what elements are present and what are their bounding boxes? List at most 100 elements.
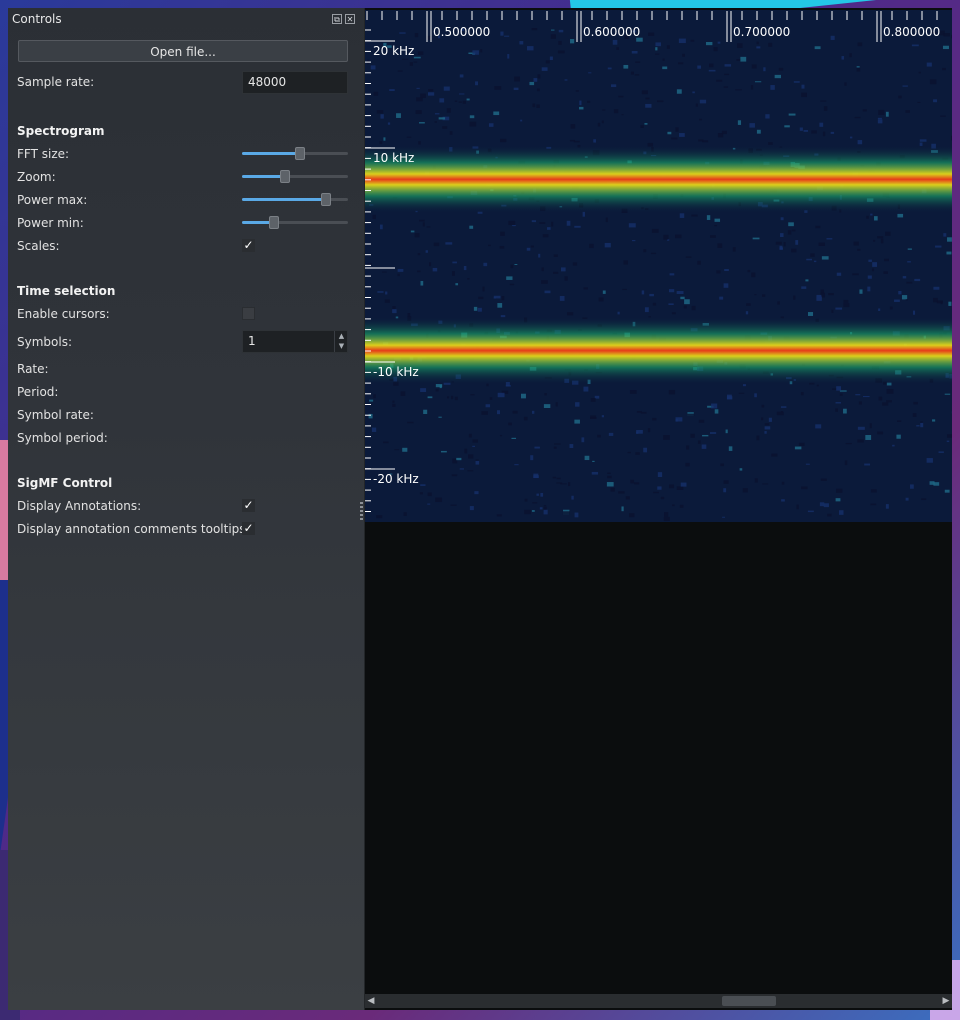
noise-speck bbox=[406, 136, 412, 138]
noise-speck bbox=[929, 481, 935, 485]
noise-speck bbox=[512, 224, 516, 227]
noise-speck bbox=[805, 463, 810, 465]
noise-speck bbox=[728, 446, 733, 451]
fft-size-slider[interactable] bbox=[242, 147, 348, 161]
noise-speck bbox=[905, 497, 909, 501]
noise-speck bbox=[907, 248, 912, 250]
noise-speck bbox=[685, 462, 690, 467]
display-annotations-checkbox[interactable]: ✓ bbox=[242, 499, 255, 512]
scroll-left-icon[interactable]: ◀ bbox=[365, 994, 377, 1008]
noise-speck bbox=[472, 50, 479, 55]
noise-speck bbox=[434, 113, 440, 115]
noise-speck bbox=[668, 289, 675, 293]
noise-speck bbox=[857, 42, 863, 47]
display-tooltips-checkbox[interactable]: ✓ bbox=[242, 522, 255, 535]
noise-speck bbox=[820, 100, 827, 102]
noise-speck bbox=[940, 115, 946, 117]
noise-speck bbox=[801, 84, 805, 89]
noise-speck bbox=[679, 504, 684, 508]
noise-speck bbox=[634, 482, 640, 485]
spectrogram-view[interactable]: 0.500000 0.600000 0.700000 0.800000 20 kHz 10… bbox=[365, 8, 952, 994]
noise-speck bbox=[739, 468, 743, 471]
noise-speck bbox=[469, 121, 477, 127]
symbols-spin-buttons[interactable]: ▲ ▼ bbox=[334, 331, 348, 352]
noise-speck bbox=[735, 89, 742, 91]
close-icon[interactable]: ✕ bbox=[345, 14, 355, 24]
noise-speck bbox=[691, 214, 698, 217]
sample-rate-input[interactable]: 48000 bbox=[242, 71, 348, 94]
noise-speck bbox=[951, 135, 952, 141]
float-icon[interactable]: ⧉ bbox=[332, 14, 342, 24]
noise-speck bbox=[597, 434, 601, 438]
noise-speck bbox=[800, 391, 804, 396]
open-file-button[interactable]: Open file... bbox=[18, 40, 348, 62]
noise-speck bbox=[857, 248, 861, 251]
noise-speck bbox=[371, 427, 377, 432]
noise-speck bbox=[499, 245, 505, 249]
noise-speck bbox=[711, 403, 718, 409]
noise-speck bbox=[677, 62, 684, 65]
noise-speck bbox=[771, 453, 778, 457]
slider-handle[interactable] bbox=[320, 193, 331, 206]
scrollbar-thumb[interactable] bbox=[722, 996, 777, 1006]
noise-speck bbox=[819, 502, 825, 507]
noise-speck bbox=[611, 84, 617, 88]
noise-speck bbox=[867, 275, 872, 279]
enable-cursors-label: Enable cursors: bbox=[17, 307, 110, 321]
scroll-right-icon[interactable]: ▶ bbox=[940, 994, 952, 1008]
zoom-label: Zoom: bbox=[17, 170, 56, 184]
symbols-spinbox[interactable]: 1 bbox=[242, 330, 348, 353]
noise-speck bbox=[651, 228, 659, 233]
noise-speck bbox=[713, 47, 718, 52]
noise-speck bbox=[662, 66, 668, 70]
power-min-slider[interactable] bbox=[242, 216, 348, 230]
scales-checkbox[interactable]: ✓ bbox=[242, 239, 255, 252]
noise-speck bbox=[635, 61, 641, 63]
noise-speck bbox=[605, 217, 608, 223]
slider-handle[interactable] bbox=[295, 147, 306, 160]
noise-speck bbox=[691, 305, 696, 311]
noise-speck bbox=[392, 309, 397, 314]
noise-speck bbox=[894, 299, 900, 302]
noise-speck bbox=[553, 254, 558, 257]
noise-speck bbox=[738, 392, 745, 394]
noise-speck bbox=[849, 53, 852, 58]
noise-speck bbox=[932, 419, 936, 422]
slider-handle[interactable] bbox=[280, 170, 291, 183]
noise-speck bbox=[868, 259, 872, 262]
noise-speck bbox=[685, 256, 692, 258]
noise-speck bbox=[368, 413, 373, 419]
noise-speck bbox=[383, 441, 389, 444]
noise-speck bbox=[507, 54, 510, 59]
noise-speck bbox=[716, 79, 723, 82]
noise-speck bbox=[831, 309, 834, 313]
noise-speck bbox=[593, 139, 596, 143]
noise-speck bbox=[610, 487, 615, 492]
freq-tick-label: 10 kHz bbox=[373, 151, 414, 165]
noise-speck bbox=[839, 393, 843, 396]
freq-tick-label: 20 kHz bbox=[373, 44, 414, 58]
enable-cursors-checkbox[interactable] bbox=[242, 307, 255, 320]
spin-up-icon[interactable]: ▲ bbox=[335, 331, 348, 341]
noise-speck bbox=[438, 117, 446, 120]
noise-speck bbox=[414, 233, 420, 238]
power-max-slider[interactable] bbox=[242, 193, 348, 207]
slider-handle[interactable] bbox=[268, 216, 279, 229]
spin-down-icon[interactable]: ▼ bbox=[335, 341, 348, 351]
noise-speck bbox=[701, 444, 707, 449]
horizontal-scrollbar[interactable]: ◀ ▶ bbox=[365, 994, 952, 1008]
spectrogram-plot-area[interactable]: 0.500000 0.600000 0.700000 0.800000 20 kHz 10… bbox=[365, 8, 952, 1010]
noise-speck bbox=[373, 394, 376, 399]
noise-speck bbox=[724, 64, 732, 67]
noise-speck bbox=[763, 67, 766, 72]
noise-speck bbox=[657, 100, 664, 103]
noise-speck bbox=[583, 287, 588, 290]
dock-splitter-handle[interactable] bbox=[360, 502, 363, 522]
noise-speck bbox=[532, 103, 536, 108]
zoom-slider[interactable] bbox=[242, 170, 348, 184]
noise-speck bbox=[811, 130, 817, 134]
noise-speck bbox=[781, 499, 785, 502]
noise-speck bbox=[898, 290, 902, 295]
noise-speck bbox=[628, 513, 635, 518]
noise-speck bbox=[589, 243, 594, 249]
